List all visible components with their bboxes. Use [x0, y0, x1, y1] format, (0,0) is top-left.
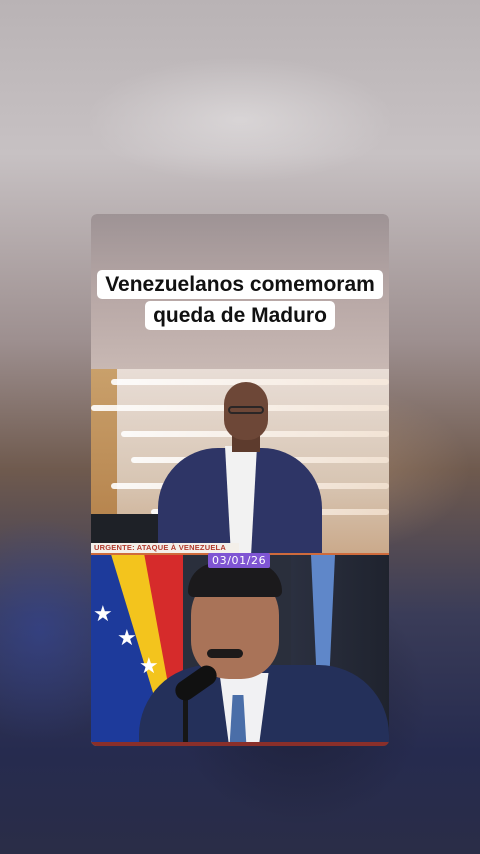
news-ticker: URGENTE: ATAQUE À VENEZUELA — [91, 543, 239, 553]
headline-text: Venezuelanos comemoram queda de Maduro — [97, 270, 383, 330]
flag-star-icon: ★ — [93, 601, 113, 626]
flag-star-icon: ★ — [139, 653, 159, 678]
photo-frame: ★ ★ ★ ★ — [91, 555, 389, 746]
speaker-mustache — [207, 649, 243, 658]
video-headline: Venezuelanos comemoram queda de Maduro — [91, 269, 389, 331]
news-anchor-glasses — [228, 406, 264, 414]
video-card[interactable]: Venezuelanos comemoram queda de Maduro ★… — [91, 214, 389, 746]
date-badge: 03/01/26 — [208, 553, 271, 568]
microphone-stand — [183, 695, 188, 746]
flag-star-icon: ★ — [117, 625, 137, 650]
speaker-hair — [188, 563, 282, 597]
card-bottom-edge — [91, 742, 389, 746]
